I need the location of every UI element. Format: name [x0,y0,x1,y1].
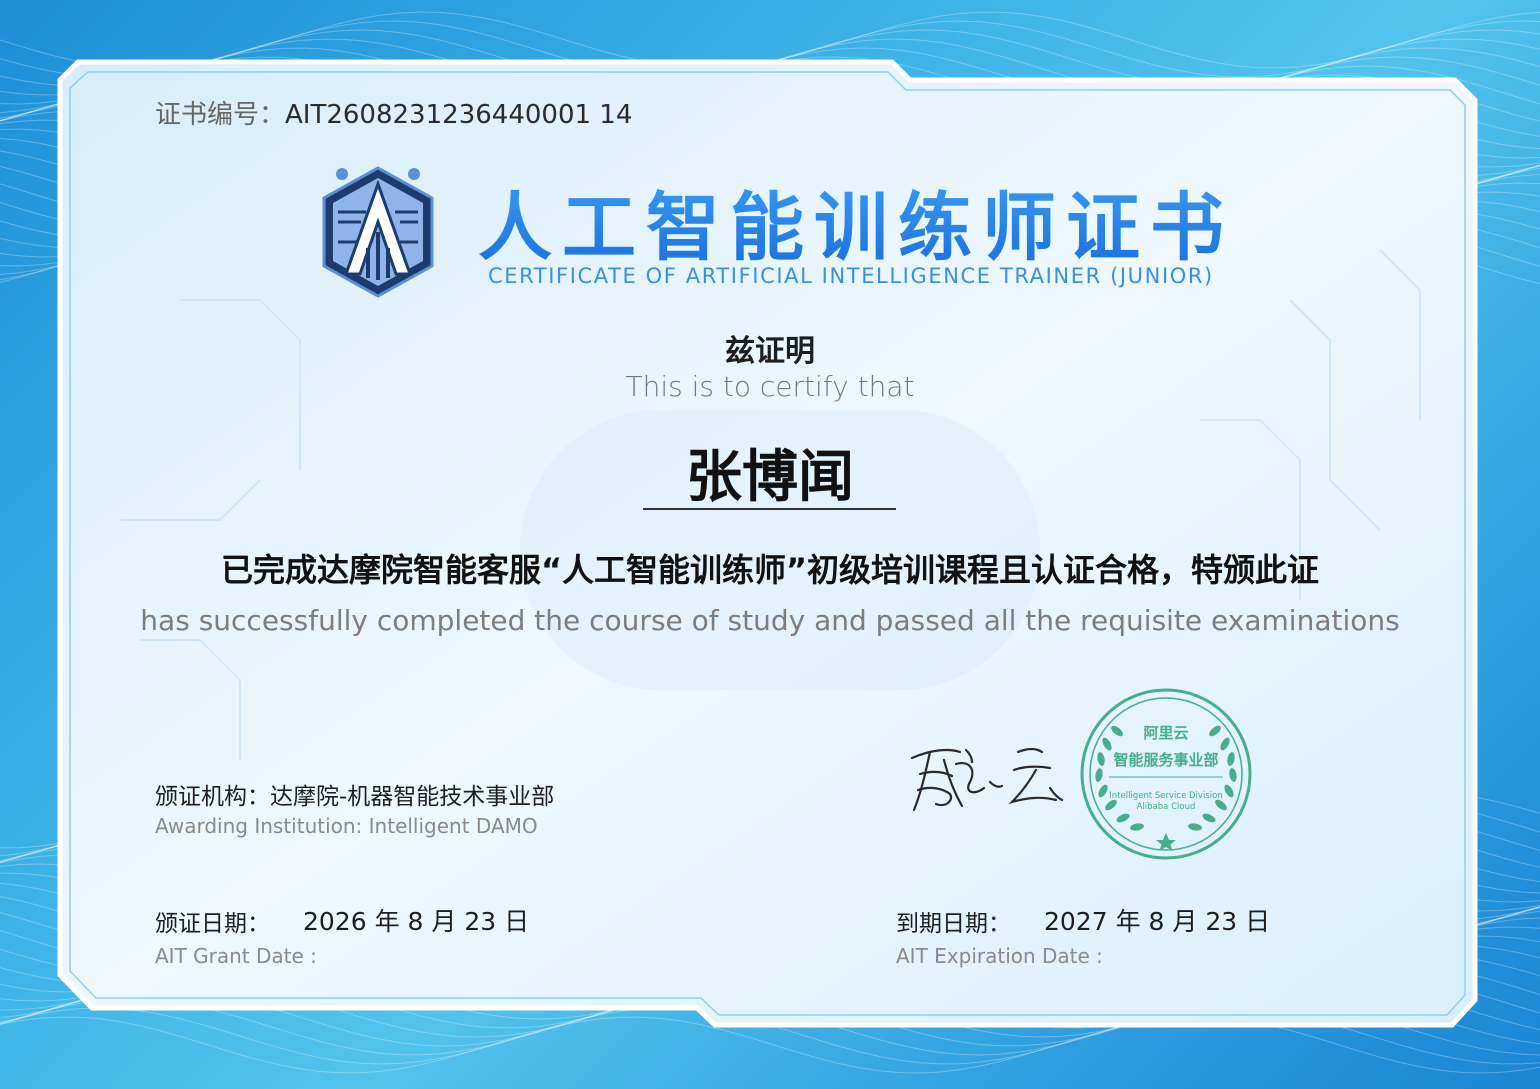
expiration-date-label-en: AIT Expiration Date : [896,944,1103,968]
institution-label: 颁证机构： [155,784,270,810]
emblem-icon [322,166,434,298]
seal-star-icon [1156,833,1176,851]
grant-date-label-en: AIT Grant Date : [155,944,317,968]
hereby-certify-cn: 兹证明 [725,334,815,369]
certificate-number-label: 证书编号： [155,100,286,130]
grant-date-label: 颁证日期： [155,911,270,937]
seal-en-line2: Alibaba Cloud [1137,802,1196,812]
seal-top-text: 阿里云 [1143,724,1188,742]
certificate-number-value: AIT2608231236440001 14 [285,100,633,130]
holder-name: 张博闻 [686,445,854,510]
seal-en-line1: Intelligent Service Division [1109,791,1222,801]
official-seal: 阿里云 智能服务事业部 Intelligent Service Division… [1080,688,1252,860]
certificate-number: 证书编号：AIT2608231236440001 14 [155,94,632,131]
institution: 颁证机构：达摩院-机器智能技术事业部 [155,777,554,811]
institution-label-en: Awarding Institution: Intelligent DAMO [155,814,538,838]
completion-statement-en: has successfully completed the course of… [140,604,1400,637]
expiration-date-label: 到期日期： [896,911,1011,937]
hereby-certify-en: This is to certify that [625,370,915,403]
grant-date-value: 2026 年 8 月 23 日 [303,907,530,936]
seal-main-text: 智能服务事业部 [1113,751,1218,769]
certificate-title-en: CERTIFICATE OF ARTIFICIAL INTELLIGENCE T… [488,264,1214,288]
seal-inner-ring [1089,697,1243,851]
institution-name: 达摩院-机器智能技术事业部 [270,784,555,810]
certificate-title: 人工智能训练师证书 [478,168,1234,275]
completion-statement-cn: 已完成达摩院智能客服“人工智能训练师”初级培训课程且认证合格，特颁此证 [220,551,1320,589]
name-underline [643,508,896,510]
signature-image [910,747,1064,812]
seal-outer-ring [1080,688,1252,860]
expiration-date-value: 2027 年 8 月 23 日 [1044,907,1271,936]
